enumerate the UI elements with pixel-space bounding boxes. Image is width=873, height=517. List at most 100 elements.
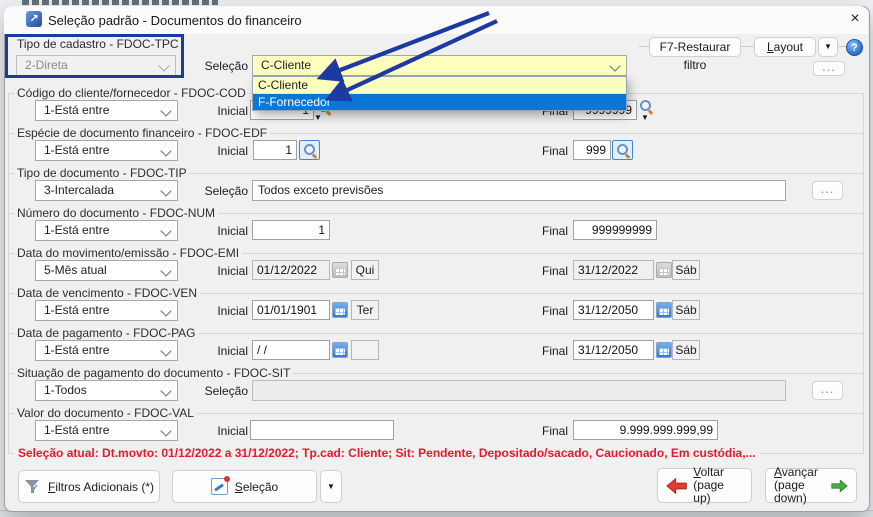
search-icon [303, 143, 317, 157]
num-final-input[interactable] [573, 220, 657, 240]
search-button[interactable] [299, 140, 320, 160]
tip-selecao-field[interactable]: Todos exceto previsões [252, 180, 786, 201]
divider [837, 46, 846, 47]
emi-inicial-weekday: Qui [351, 260, 379, 280]
final-label: Final [508, 304, 568, 318]
tip-browse-button[interactable]: ... [812, 181, 843, 200]
group-label-fdoc-edf: Espécie de documento financeiro - FDOC-E… [14, 126, 270, 140]
green-right-arrow-icon [831, 478, 848, 494]
val-final-input[interactable] [573, 420, 718, 440]
additional-filters-label: Filtros Adicionais (*) [48, 480, 154, 494]
chevron-down-icon [160, 105, 171, 116]
chevron-down-icon [160, 185, 171, 196]
group-label-fdoc-emi: Data do movimento/emissão - FDOC-EMI [14, 246, 242, 260]
calendar-icon[interactable] [656, 342, 672, 358]
background-window-sliver [22, 0, 218, 5]
pag-inicial-date-input[interactable] [252, 340, 330, 360]
operator-combo-pag[interactable]: 1-Está entre [35, 340, 178, 361]
inicial-label: Inicial [188, 144, 248, 158]
chevron-down-icon [160, 145, 171, 156]
selecao-combo[interactable]: C-Cliente [252, 55, 627, 76]
help-icon[interactable]: ? [846, 39, 863, 56]
operator-value: 1-Está entre [44, 143, 109, 157]
chevron-down-icon [609, 60, 620, 71]
group-label-fdoc-num: Número do documento - FDOC-NUM [14, 206, 218, 220]
dropdown-option-c-cliente[interactable]: C-Cliente [253, 77, 626, 94]
edf-final-input[interactable] [573, 140, 611, 160]
operator-combo-edf[interactable]: 1-Está entre [35, 140, 178, 161]
selecao-label: Seleção [188, 184, 248, 198]
ven-inicial-date-input[interactable] [252, 300, 330, 320]
selection-button[interactable]: Seleção [172, 470, 317, 503]
search-button[interactable] [612, 140, 633, 160]
check-icon: ✓ [30, 482, 39, 495]
selection-browse-button[interactable]: ... [813, 61, 845, 76]
calendar-icon[interactable] [656, 302, 672, 318]
dropdown-option-f-fornecedor[interactable]: F-Fornecedor [253, 94, 626, 110]
num-inicial-input[interactable] [252, 220, 330, 240]
inicial-label: Inicial [188, 224, 248, 238]
additional-filters-button[interactable]: ✓ Filtros Adicionais (*) [18, 470, 160, 503]
selecao-dropdown-list: C-Cliente F-Fornecedor [252, 76, 627, 111]
group-label-fdoc-val: Valor do documento - FDOC-VAL [14, 406, 197, 420]
inicial-label: Inicial [188, 344, 248, 358]
red-left-arrow-icon [666, 478, 687, 494]
edit-selection-icon [211, 478, 228, 495]
operator-combo-ven[interactable]: 1-Está entre [35, 300, 178, 321]
chevron-down-icon [160, 265, 171, 276]
val-inicial-input[interactable] [250, 420, 394, 440]
selection-dropdown-button[interactable]: ▼ [320, 470, 342, 503]
inicial-label: Inicial [188, 424, 248, 438]
operator-combo-val[interactable]: 1-Está entre [35, 420, 178, 441]
operator-combo-tip[interactable]: 3-Intercalada [35, 180, 178, 201]
edf-inicial-input[interactable] [253, 140, 297, 160]
group-label-fdoc-pag: Data de pagamento - FDOC-PAG [14, 326, 199, 340]
operator-value: 1-Está entre [44, 343, 109, 357]
annotation-highlight-rect [5, 34, 184, 78]
app-icon: ↗ [26, 11, 42, 27]
sit-browse-button[interactable]: ... [812, 381, 843, 400]
final-label: Final [508, 224, 568, 238]
selection-button-label: Seleção [235, 480, 278, 494]
calendar-icon [656, 262, 672, 278]
operator-combo-num[interactable]: 1-Está entre [35, 220, 178, 241]
selecao-label: Seleção [188, 384, 248, 398]
search-icon [616, 143, 630, 157]
avancar-button[interactable]: Avançar (page down) [765, 468, 857, 503]
dialog-title: Seleção padrão - Documentos do financeir… [48, 13, 302, 28]
emi-inicial-date-input [252, 260, 330, 280]
operator-combo-cod[interactable]: 1-Está entre [35, 100, 178, 121]
ven-final-date-input[interactable] [573, 300, 654, 320]
voltar-label: Voltar [693, 465, 724, 479]
pag-final-date-input[interactable] [573, 340, 654, 360]
final-label: Final [508, 344, 568, 358]
group-label-fdoc-cod: Código do cliente/fornecedor - FDOC-COD [14, 86, 249, 100]
filter-funnel-icon: ✓ [24, 479, 41, 495]
operator-combo-sit[interactable]: 1-Todos [35, 380, 178, 401]
spinner-down-icon[interactable]: ▼ [641, 114, 649, 122]
operator-combo-emi[interactable]: 5-Mês atual [35, 260, 178, 281]
chevron-down-icon [160, 225, 171, 236]
divider [639, 46, 649, 47]
screen: ↗ Seleção padrão - Documentos do finance… [0, 0, 873, 516]
chevron-down-icon [160, 425, 171, 436]
chevron-down-icon [160, 345, 171, 356]
restore-filter-button[interactable]: F7-Restaurar filtro [649, 37, 741, 57]
ven-inicial-weekday: Ter [351, 300, 379, 320]
calendar-icon[interactable] [332, 302, 348, 318]
group-label-fdoc-ven: Data de vencimento - FDOC-VEN [14, 286, 200, 300]
spinner-down-icon[interactable]: ▼ [314, 114, 322, 122]
pag-final-weekday: Sáb [672, 340, 700, 360]
avancar-sub: (page down) [774, 478, 807, 505]
current-selection-status: Seleção atual: Dt.movto: 01/12/2022 a 31… [14, 446, 760, 460]
search-icon[interactable] [639, 99, 653, 113]
close-icon[interactable]: × [845, 9, 865, 29]
divider [741, 46, 754, 47]
emi-final-weekday: Sáb [672, 260, 700, 280]
operator-value: 3-Intercalada [44, 183, 114, 197]
layout-dropdown-button[interactable]: ▼ [818, 37, 838, 57]
voltar-button[interactable]: Voltar (page up) [657, 468, 752, 503]
group-label-fdoc-tip: Tipo de documento - FDOC-TIP [14, 166, 190, 180]
layout-button[interactable]: Layout [754, 37, 816, 57]
calendar-icon[interactable] [332, 342, 348, 358]
